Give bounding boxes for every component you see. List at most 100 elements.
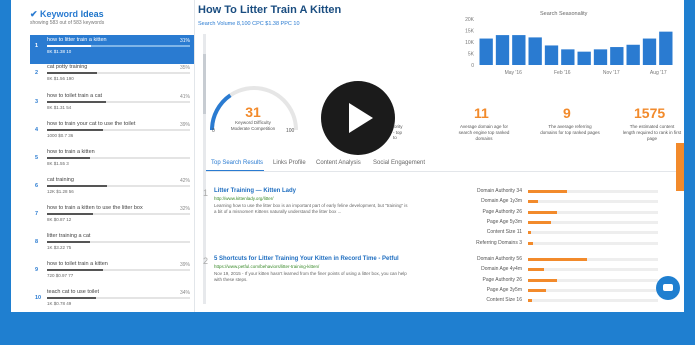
keyword-rank: 1 — [35, 43, 39, 49]
result-metric: Page Authority 26 — [432, 277, 522, 285]
difficulty-label: Keyword Difficulty Moderate Competition — [218, 120, 288, 131]
metric-label: Page Authority 26 — [482, 276, 522, 283]
metric-label: Page Age 3y5m — [486, 286, 522, 293]
seasonality-bar — [561, 49, 575, 65]
tab-links-profile[interactable]: Links Profile — [273, 160, 306, 166]
x-tick-label: May '16 — [505, 70, 523, 76]
x-tick-label: Aug '17 — [650, 70, 667, 76]
result-title-link[interactable]: Litter Training — Kitten Lady — [214, 188, 296, 194]
keyword-meta: 8K $1.38 10 — [47, 49, 72, 54]
seasonality-bar — [593, 49, 608, 65]
keyword-text: cat training — [47, 177, 74, 183]
keyword-score-bar — [47, 297, 190, 299]
keyword-score-fill — [47, 185, 108, 187]
keyword-item[interactable]: 9 how to toilet train a kitten 39% 720 $0.9… — [30, 259, 194, 288]
keyword-rank: 9 — [35, 267, 39, 273]
metric-label: Content Size 16 — [486, 297, 522, 304]
metric-bar — [528, 200, 539, 204]
tabs-divider — [206, 171, 676, 172]
play-icon — [349, 103, 373, 133]
result-description: Nov 19, 2015 - If your kitten hasn't lea… — [214, 271, 407, 283]
stat-referring-domains-value: 9 — [563, 105, 571, 121]
result-url[interactable]: http://www.kittenlady.org/litter/ — [214, 196, 273, 201]
y-tick-label: 5K — [468, 52, 475, 58]
keyword-score-fill — [47, 72, 98, 74]
feedback-tab[interactable] — [676, 143, 684, 191]
keyword-percent: 39% — [179, 262, 190, 268]
keyword-item[interactable]: 4 how to train your cat to use the toilet… — [30, 119, 194, 148]
keyword-score-bar — [47, 185, 190, 187]
tab-social-engagement[interactable]: Social Engagement — [373, 160, 425, 166]
metric-bar — [528, 268, 544, 272]
keyword-score-bar — [47, 72, 190, 74]
chat-button[interactable] — [656, 276, 680, 300]
keyword-summary: Search Volume 8,100 CPC $1.38 PPC 10 — [198, 21, 300, 27]
metric-label: Page Age 5y3m — [486, 218, 522, 225]
keyword-item[interactable]: 10 teach cat to use toilet 34% 1K $0.78 49 — [30, 287, 194, 316]
y-tick-label: 15K — [465, 29, 475, 35]
metric-bar — [528, 258, 587, 261]
metric-track — [528, 299, 658, 303]
metric-bar — [528, 190, 567, 193]
difficulty-label-line2: Moderate Competition — [230, 125, 276, 131]
tab-content-analysis[interactable]: Content Analysis — [316, 160, 361, 166]
keyword-percent: 41% — [179, 94, 190, 100]
gauge-min: 0 — [212, 128, 215, 134]
keyword-ideas-title: ✔ Keyword Ideas — [30, 9, 104, 20]
metric-track — [528, 288, 658, 292]
seasonality-bar — [626, 44, 640, 65]
keyword-text: how to train a kitten — [47, 149, 95, 155]
result-metric: Page Age 3y5m — [432, 287, 522, 295]
keyword-percent: 42% — [179, 178, 190, 184]
title-prefix: ✔ Keyword — [30, 9, 79, 19]
keyword-percent: 31% — [179, 38, 190, 44]
result-metric: Content Size 16 — [432, 297, 522, 305]
result-metric: Domain Authority 34 — [432, 188, 522, 196]
result-metric: Page Authority 26 — [432, 209, 522, 217]
keyword-item[interactable]: 7 how to train a kitten to use the litter… — [30, 203, 194, 232]
title-ideas: Ideas — [80, 9, 104, 19]
keyword-meta: 8K $1.56 190 — [47, 76, 74, 81]
keyword-percent: 34% — [179, 290, 190, 296]
keyword-score-fill — [47, 269, 103, 271]
keyword-text: teach cat to use toilet — [47, 289, 99, 295]
keyword-item[interactable]: 5 how to train a kitten 8K $1.55 3 — [30, 147, 194, 176]
result-title-link[interactable]: 5 Shortcuts for Litter Training Your Kit… — [214, 256, 399, 262]
keyword-text: how to train your cat to use the toilet — [47, 121, 136, 127]
keyword-percent: 39% — [179, 122, 190, 128]
keyword-item[interactable]: 8 litter training a cat 1K $3.22 75 — [30, 231, 194, 260]
video-play-button[interactable] — [321, 81, 395, 155]
seasonality-bar — [495, 35, 510, 65]
keyword-score-bar — [47, 129, 190, 131]
x-tick-label: Nov '17 — [603, 70, 620, 76]
keyword-meta: 8K $1.31 54 — [47, 105, 72, 110]
keyword-rank: 10 — [35, 295, 42, 301]
keyword-score-fill — [47, 297, 96, 299]
keyword-score-bar — [47, 269, 190, 271]
keyword-score-bar — [47, 45, 190, 47]
keyword-score-fill — [47, 101, 106, 103]
seasonality-bar — [577, 51, 591, 65]
metric-track — [528, 231, 658, 235]
keyword-percent: 35% — [179, 65, 190, 71]
stat-domain-age-value: 11 — [474, 105, 489, 121]
metric-label: Content Size 11 — [486, 229, 522, 236]
keyword-meta: 8K $0.87 12 — [47, 217, 72, 222]
keyword-text: cat potty training — [47, 64, 88, 70]
priority-partial-text: iority - top to — [393, 124, 403, 141]
keyword-rank: 4 — [35, 127, 39, 133]
result-metric: Domain Age 4y4m — [432, 266, 522, 274]
keyword-text: how to toilet train a cat — [47, 93, 103, 99]
keyword-score-fill — [47, 213, 93, 215]
keyword-percent: 32% — [179, 206, 190, 212]
keyword-item[interactable]: 3 how to toilet train a cat 41% 8K $1.31 54 — [30, 91, 194, 120]
result-url[interactable]: https://www.petful.com/behaviors/litter-… — [214, 264, 319, 269]
tab-top-search-results[interactable]: Top Search Results — [211, 160, 263, 166]
keyword-item[interactable]: 6 cat training 42% 12K $1.28 56 — [30, 175, 194, 204]
difficulty-value: 31 — [245, 104, 261, 120]
metric-track — [528, 200, 658, 204]
keyword-item[interactable]: 1 how to litter train a kitten 31% 8K $1.38… — [30, 35, 194, 64]
bottom-bar — [0, 312, 695, 345]
keyword-item[interactable]: 2 cat potty training 35% 8K $1.56 190 — [30, 62, 194, 91]
keyword-score-fill — [47, 45, 92, 47]
